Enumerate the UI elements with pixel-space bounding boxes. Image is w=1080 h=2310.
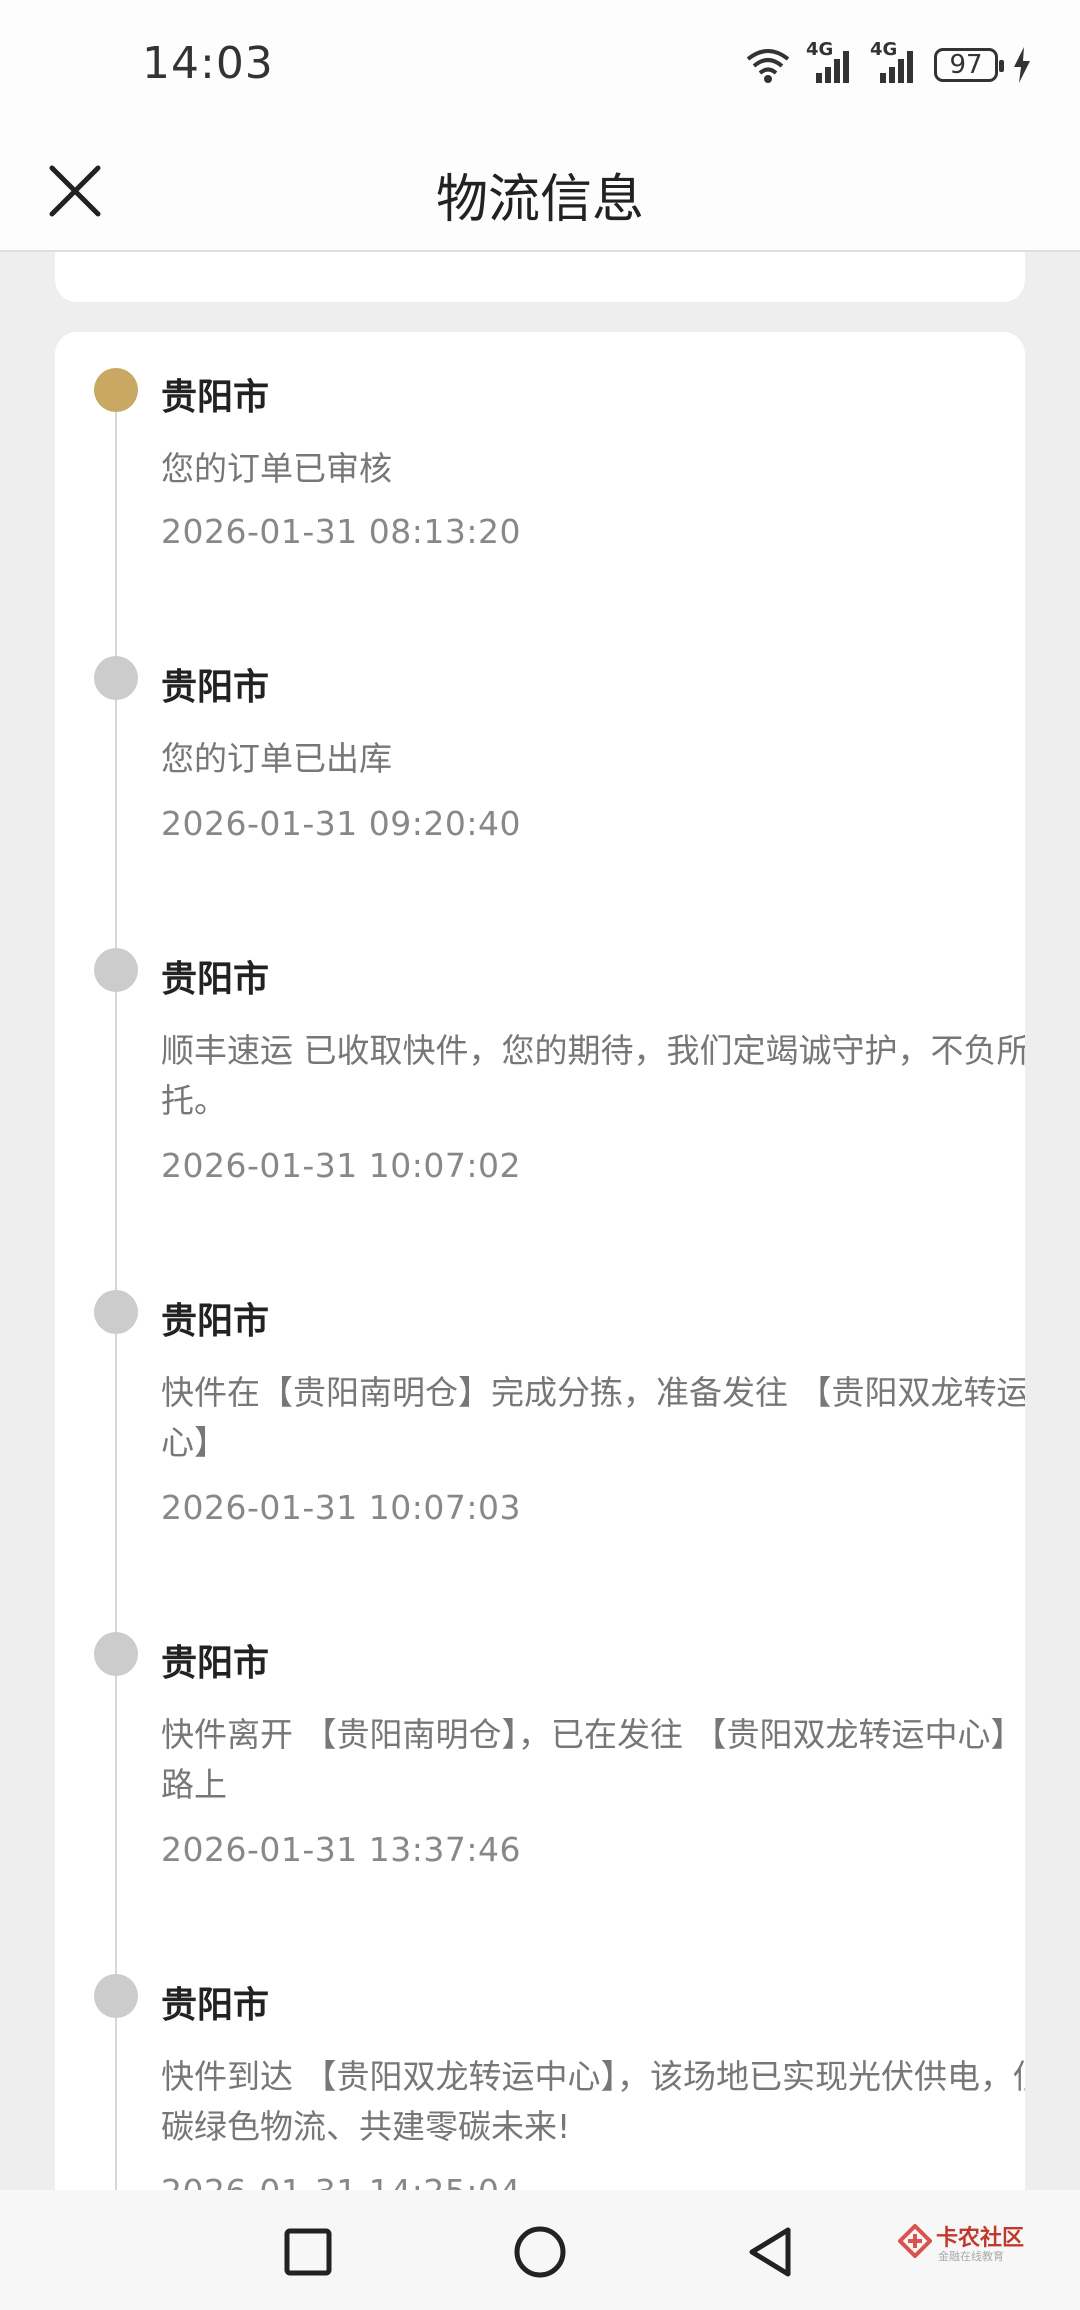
event-description: 快件在【贵阳南明仓】完成分拣，准备发往 【贵阳双龙转运中心】 xyxy=(161,1373,1025,1462)
event-location: 贵阳市 xyxy=(161,959,270,1000)
status-icons: 4G 4G 97 xyxy=(744,39,1032,90)
back-button[interactable] xyxy=(740,2222,800,2282)
event-time: 2026-01-31 10:07:02 xyxy=(161,1146,521,1185)
event-location: 贵阳市 xyxy=(161,377,270,418)
timeline-dot xyxy=(94,948,138,992)
event-location: 贵阳市 xyxy=(161,1985,270,2026)
timeline-dot xyxy=(94,656,138,700)
charging-icon xyxy=(1014,47,1030,83)
battery-level: 97 xyxy=(949,50,983,80)
event-description: 您的订单已出库 xyxy=(161,739,392,778)
event-location: 贵阳市 xyxy=(161,1643,270,1684)
event-description: 快件到达 【贵阳双龙转运中心】，该场地已实现光伏供电，低碳绿色物流、共建零碳未来… xyxy=(161,2057,1025,2146)
timeline-dot xyxy=(94,1632,138,1676)
event-time: 2026-01-31 10:07:03 xyxy=(161,1488,521,1527)
logistics-timeline-card: 贵阳市 您的订单已审核 2026-01-31 08:13:20 贵阳市 您的订单… xyxy=(55,332,1025,2310)
event-time: 2026-01-31 13:37:46 xyxy=(161,1830,521,1869)
timeline-dot-active xyxy=(94,368,138,412)
watermark-logo-icon xyxy=(898,2224,932,2258)
event-location: 贵阳市 xyxy=(161,1301,270,1342)
event-description: 快件离开 【贵阳南明仓】，已在发往 【贵阳双龙转运中心】 的路上 xyxy=(161,1715,1025,1804)
event-description: 您的订单已审核 xyxy=(161,449,392,488)
recent-apps-button[interactable] xyxy=(278,2222,338,2282)
signal-bars-icon xyxy=(816,51,849,83)
header: 物流信息 xyxy=(0,125,1080,252)
page-title: 物流信息 xyxy=(435,170,644,230)
order-summary-card xyxy=(55,252,1025,302)
event-location: 贵阳市 xyxy=(161,667,270,708)
watermark: 卡农社区 金融在线教育 xyxy=(898,2218,1028,2268)
timeline-dot xyxy=(94,1974,138,2018)
watermark-subtext: 金融在线教育 xyxy=(938,2250,1004,2263)
close-icon[interactable] xyxy=(42,158,108,224)
cellular-signal-2: 4G xyxy=(870,39,920,85)
wifi-icon xyxy=(746,49,790,83)
status-bar: 14:03 4G 4G 97 xyxy=(0,0,1080,125)
signal-bars-icon xyxy=(880,51,913,83)
home-button[interactable] xyxy=(510,2222,570,2282)
status-time: 14:03 xyxy=(142,38,274,89)
event-description: 顺丰速运 已收取快件，您的期待，我们定竭诚守护，不负所托。 xyxy=(161,1031,1025,1120)
event-time: 2026-01-31 09:20:40 xyxy=(161,804,521,843)
cellular-signal-1: 4G xyxy=(806,39,856,85)
battery-icon: 97 xyxy=(934,48,1004,82)
timeline-dot xyxy=(94,1290,138,1334)
event-time: 2026-01-31 08:13:20 xyxy=(161,512,521,551)
